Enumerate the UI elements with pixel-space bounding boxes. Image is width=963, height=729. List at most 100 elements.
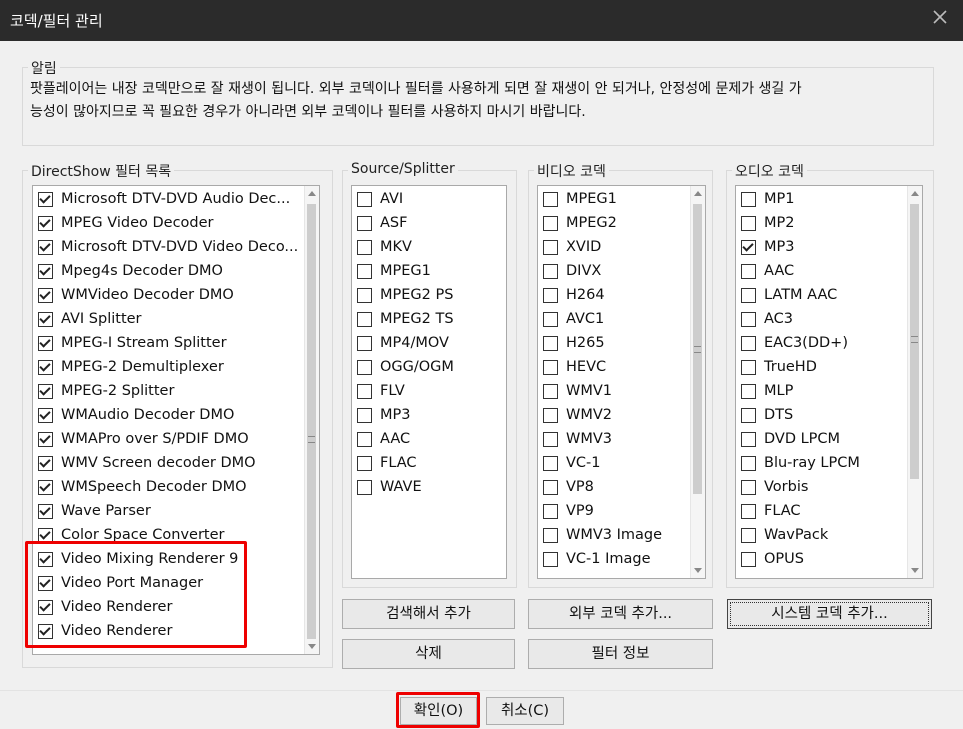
checkbox-unchecked[interactable] xyxy=(741,455,756,471)
list-item[interactable]: AC3 xyxy=(741,307,901,331)
checkbox-unchecked[interactable] xyxy=(357,407,372,423)
checkbox-unchecked[interactable] xyxy=(741,551,756,567)
list-item[interactable]: WMV2 xyxy=(543,403,683,427)
video-codec-list[interactable]: MPEG1 MPEG2 XVID DIVX H264 AVC1 H265 HEVC WMV1 WM… xyxy=(537,185,706,579)
checkbox-unchecked[interactable] xyxy=(543,503,558,519)
list-item[interactable]: FLAC xyxy=(741,499,901,523)
list-item[interactable]: TrueHD xyxy=(741,355,901,379)
list-item[interactable]: AAC xyxy=(357,427,497,451)
list-item[interactable]: VP9 xyxy=(543,499,683,523)
list-item[interactable]: VC-1 xyxy=(543,451,683,475)
search-add-button[interactable]: 검색해서 추가 xyxy=(342,599,515,629)
list-item[interactable]: MPEG-2 Demultiplexer xyxy=(38,355,298,379)
external-codec-add-button[interactable]: 외부 코덱 추가... xyxy=(528,599,713,629)
list-item[interactable]: WMV1 xyxy=(543,379,683,403)
checkbox-unchecked[interactable] xyxy=(543,383,558,399)
list-item[interactable]: XVID xyxy=(543,235,683,259)
checkbox-unchecked[interactable] xyxy=(741,383,756,399)
list-item[interactable]: WavPack xyxy=(741,523,901,547)
list-item[interactable]: WMV3 xyxy=(543,427,683,451)
list-item[interactable]: Vorbis xyxy=(741,475,901,499)
list-item[interactable]: AVI xyxy=(357,187,497,211)
checkbox-unchecked[interactable] xyxy=(741,503,756,519)
list-item[interactable]: MPEG2 PS xyxy=(357,283,497,307)
checkbox-unchecked[interactable] xyxy=(543,527,558,543)
list-item[interactable]: WMAudio Decoder DMO xyxy=(38,403,298,427)
checkbox-unchecked[interactable] xyxy=(357,359,372,375)
checkbox-checked[interactable] xyxy=(38,287,53,303)
system-codec-add-button[interactable]: 시스템 코덱 추가... xyxy=(727,599,932,629)
list-item[interactable]: Microsoft DTV-DVD Video Deco... xyxy=(38,235,298,259)
audio-scrollbar[interactable] xyxy=(907,186,922,578)
checkbox-unchecked[interactable] xyxy=(741,335,756,351)
checkbox-unchecked[interactable] xyxy=(543,359,558,375)
checkbox-unchecked[interactable] xyxy=(357,239,372,255)
checkbox-unchecked[interactable] xyxy=(741,287,756,303)
directshow-scrollbar[interactable] xyxy=(304,186,319,654)
checkbox-unchecked[interactable] xyxy=(357,335,372,351)
list-item[interactable]: MPEG-I Stream Splitter xyxy=(38,331,298,355)
scroll-up-icon[interactable] xyxy=(911,191,919,196)
list-item[interactable]: Wave Parser xyxy=(38,499,298,523)
checkbox-unchecked[interactable] xyxy=(741,215,756,231)
checkbox-checked[interactable] xyxy=(38,407,53,423)
list-item[interactable]: MPEG Video Decoder xyxy=(38,211,298,235)
close-icon[interactable] xyxy=(931,8,949,26)
scroll-up-icon[interactable] xyxy=(308,191,316,196)
checkbox-unchecked[interactable] xyxy=(741,527,756,543)
checkbox-checked[interactable] xyxy=(38,263,53,279)
list-item[interactable]: MPEG2 xyxy=(543,211,683,235)
list-item[interactable]: FLAC xyxy=(357,451,497,475)
checkbox-unchecked[interactable] xyxy=(543,335,558,351)
checkbox-checked[interactable] xyxy=(38,455,53,471)
list-item[interactable]: Blu-ray LPCM xyxy=(741,451,901,475)
video-scrollbar[interactable] xyxy=(690,186,705,578)
checkbox-unchecked[interactable] xyxy=(543,479,558,495)
checkbox-unchecked[interactable] xyxy=(741,191,756,207)
checkbox-checked[interactable] xyxy=(38,215,53,231)
checkbox-unchecked[interactable] xyxy=(357,191,372,207)
checkbox-unchecked[interactable] xyxy=(543,287,558,303)
cancel-button[interactable]: 취소(C) xyxy=(486,697,564,725)
list-item[interactable]: DIVX xyxy=(543,259,683,283)
list-item[interactable]: MPEG1 xyxy=(357,259,497,283)
list-item[interactable]: VC-1 Image xyxy=(543,547,683,571)
scroll-down-icon[interactable] xyxy=(911,568,919,573)
checkbox-unchecked[interactable] xyxy=(543,191,558,207)
list-item[interactable]: DVD LPCM xyxy=(741,427,901,451)
list-item[interactable]: MP2 xyxy=(741,211,901,235)
checkbox-checked[interactable] xyxy=(38,431,53,447)
list-item[interactable]: MP4/MOV xyxy=(357,331,497,355)
list-item[interactable]: DTS xyxy=(741,403,901,427)
checkbox-unchecked[interactable] xyxy=(741,359,756,375)
list-item[interactable]: AVI Splitter xyxy=(38,307,298,331)
list-item[interactable]: WAVE xyxy=(357,475,497,499)
list-item[interactable]: EAC3(DD+) xyxy=(741,331,901,355)
checkbox-unchecked[interactable] xyxy=(357,263,372,279)
list-item[interactable]: MPEG2 TS xyxy=(357,307,497,331)
list-item[interactable]: MP1 xyxy=(741,187,901,211)
checkbox-unchecked[interactable] xyxy=(357,479,372,495)
list-item[interactable]: WMAPro over S/PDIF DMO xyxy=(38,427,298,451)
checkbox-unchecked[interactable] xyxy=(741,311,756,327)
scroll-down-icon[interactable] xyxy=(694,568,702,573)
list-item[interactable]: Microsoft DTV-DVD Audio Dec... xyxy=(38,187,298,211)
checkbox-checked[interactable] xyxy=(38,503,53,519)
checkbox-unchecked[interactable] xyxy=(543,455,558,471)
checkbox-unchecked[interactable] xyxy=(543,551,558,567)
list-item[interactable]: Mpeg4s Decoder DMO xyxy=(38,259,298,283)
checkbox-checked[interactable] xyxy=(38,479,53,495)
scroll-down-icon[interactable] xyxy=(308,644,316,649)
checkbox-checked[interactable] xyxy=(38,191,53,207)
checkbox-unchecked[interactable] xyxy=(543,431,558,447)
checkbox-unchecked[interactable] xyxy=(543,407,558,423)
checkbox-unchecked[interactable] xyxy=(741,431,756,447)
checkbox-unchecked[interactable] xyxy=(357,383,372,399)
list-item[interactable]: WMVideo Decoder DMO xyxy=(38,283,298,307)
filter-info-button[interactable]: 필터 정보 xyxy=(528,639,713,669)
list-item[interactable]: OPUS xyxy=(741,547,901,571)
checkbox-unchecked[interactable] xyxy=(741,479,756,495)
list-item[interactable]: ASF xyxy=(357,211,497,235)
checkbox-checked[interactable] xyxy=(38,359,53,375)
scroll-up-icon[interactable] xyxy=(694,191,702,196)
